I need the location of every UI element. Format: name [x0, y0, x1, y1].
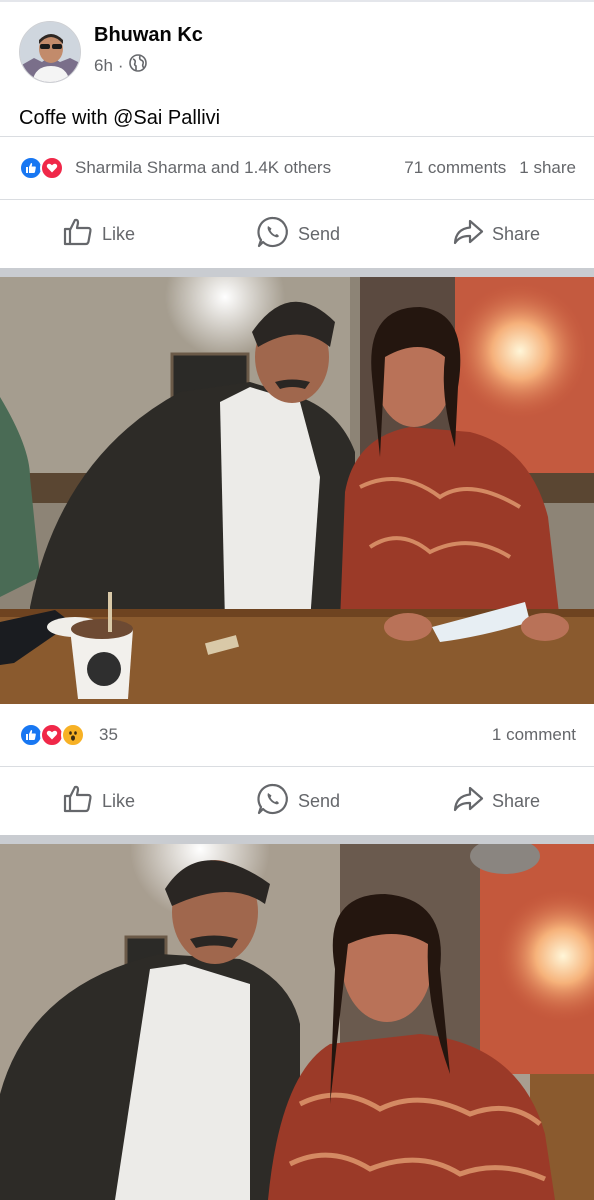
engagement-counts: 71 comments 1 share [404, 158, 576, 178]
post-action-bar: Like Send Share [0, 201, 594, 267]
whatsapp-icon [256, 782, 290, 821]
photo1-send-button[interactable]: Send [256, 768, 340, 834]
post-meta: 6h · [94, 54, 147, 77]
shares-count[interactable]: 1 share [519, 158, 576, 178]
globe-icon [128, 54, 147, 77]
photo1-reaction-icons [19, 723, 85, 747]
photo1-reaction-count[interactable]: 35 [99, 725, 118, 745]
divider [0, 199, 594, 200]
wow-reaction-icon [61, 723, 85, 747]
love-reaction-icon [40, 156, 64, 180]
like-label: Like [102, 223, 136, 244]
meta-separator: · [117, 55, 124, 75]
like-button[interactable]: Like [62, 201, 135, 267]
thumbs-up-icon [62, 783, 94, 820]
photo1-action-bar: Like Send Share [0, 768, 594, 834]
thumbs-up-icon [62, 216, 94, 253]
send-button[interactable]: Send [256, 201, 340, 267]
post-photo-2[interactable] [0, 844, 594, 1200]
divider [0, 766, 594, 767]
share-arrow-icon [452, 216, 484, 253]
like-label: Like [102, 790, 136, 811]
post-reactions-bar[interactable]: Sharmila Sharma and 1.4K others 71 comme… [0, 137, 594, 199]
post-header: Bhuwan Kc 6h · [0, 2, 594, 97]
author-name[interactable]: Bhuwan Kc [94, 24, 203, 47]
send-label: Send [298, 790, 341, 811]
whatsapp-icon [256, 215, 290, 254]
share-button[interactable]: Share [452, 201, 540, 267]
send-label: Send [298, 223, 341, 244]
author-avatar[interactable] [19, 21, 81, 83]
section-separator [0, 268, 594, 277]
photo1-comments-count[interactable]: 1 comment [492, 725, 576, 745]
reaction-icons [19, 156, 64, 180]
post-caption: Coffe with @Sai Pallivi [19, 107, 221, 129]
share-label: Share [492, 223, 541, 244]
photo1-share-button[interactable]: Share [452, 768, 540, 834]
post-photo-1[interactable] [0, 277, 594, 704]
reactions-summary[interactable]: Sharmila Sharma and 1.4K others [75, 158, 331, 178]
share-arrow-icon [452, 783, 484, 820]
comments-count[interactable]: 71 comments [404, 158, 506, 178]
photo1-reactions-bar[interactable]: 35 1 comment [0, 704, 594, 766]
photo1-like-button[interactable]: Like [62, 768, 135, 834]
photo1-engagement-counts: 1 comment [492, 725, 576, 745]
share-label: Share [492, 790, 541, 811]
post-time[interactable]: 6h [94, 56, 113, 76]
section-separator [0, 835, 594, 844]
